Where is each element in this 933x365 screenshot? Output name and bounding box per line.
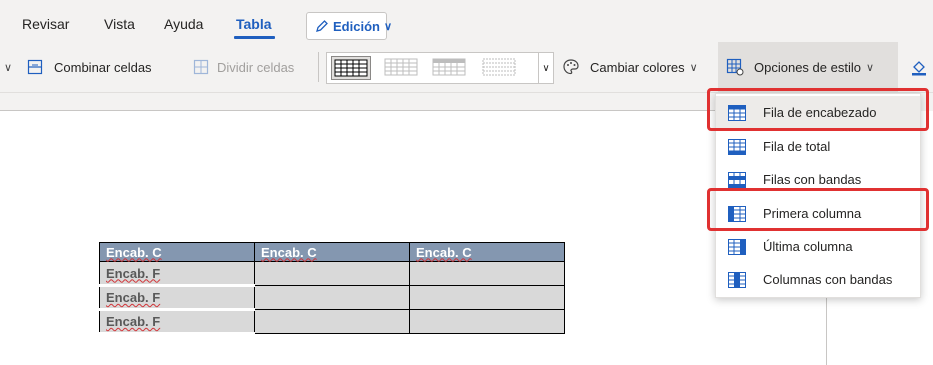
table-cell[interactable]: [254, 309, 410, 334]
menu-item-banded-columns[interactable]: Columnas con bandas: [716, 263, 920, 296]
paint-bucket-icon: [912, 61, 926, 76]
highlight-header-row: [707, 88, 929, 131]
table-cell[interactable]: [254, 285, 410, 310]
shading-button[interactable]: [910, 56, 928, 78]
tab-vista[interactable]: Vista: [104, 16, 135, 32]
menu-item-label: Filas con bandas: [763, 172, 862, 187]
menu-item-label: Última columna: [763, 239, 853, 254]
style-options-button[interactable]: Opciones de estilo ∨: [718, 42, 898, 92]
merge-cells-button[interactable]: Combinar celdas: [27, 56, 152, 78]
table-row-header-cell[interactable]: Encab. F: [99, 309, 255, 335]
table-row-header-cell[interactable]: Encab. F: [99, 261, 255, 287]
change-colors-label: Cambiar colores: [590, 59, 685, 75]
table-row-header-cell[interactable]: Encab. F: [99, 285, 255, 311]
style-options-label: Opciones de estilo: [754, 59, 861, 75]
highlight-first-column: [707, 188, 929, 231]
menu-item-label: Columnas con bandas: [763, 272, 893, 287]
table-cell[interactable]: [409, 309, 565, 334]
table-row: Encab. F: [99, 261, 565, 287]
table-style-grid-selected[interactable]: [331, 56, 371, 80]
style-options-content: Opciones de estilo ∨: [726, 56, 874, 78]
table-style-option-3[interactable]: [430, 56, 470, 80]
split-cells-label: Dividir celdas: [217, 59, 295, 75]
table-styles-gallery[interactable]: ∨: [326, 52, 554, 84]
split-cells-button[interactable]: Dividir celdas: [193, 56, 294, 78]
gallery-expand-button[interactable]: ∨: [538, 53, 553, 83]
toolbar-divider: [318, 52, 319, 82]
change-colors-button[interactable]: Cambiar colores ∨: [562, 56, 698, 78]
table-row: Encab. F: [99, 285, 565, 311]
table-last-column-icon: [728, 239, 746, 258]
table-options-icon: [726, 58, 744, 76]
active-tab-indicator: [234, 36, 275, 39]
document-table[interactable]: Encab. C Encab. C Encab. C Encab. F Enca…: [99, 242, 565, 335]
palette-icon: [563, 59, 579, 75]
split-cells-icon: [193, 59, 209, 75]
chevron-down-icon[interactable]: ∨: [4, 56, 12, 78]
table-cell[interactable]: [409, 285, 565, 310]
chevron-down-icon: ∨: [542, 62, 550, 74]
ribbon-tabs-bar: Revisar Vista Ayuda Tabla Edición ∨: [0, 0, 933, 42]
menu-item-last-column[interactable]: Última columna: [716, 230, 920, 263]
editing-mode-button[interactable]: Edición ∨: [306, 12, 392, 40]
tab-tabla[interactable]: Tabla: [236, 16, 272, 32]
menu-item-label: Fila de total: [763, 139, 831, 154]
table-header-cell[interactable]: Encab. C: [409, 242, 565, 262]
table-row: Encab. F: [99, 309, 565, 335]
table-total-row-icon: [728, 139, 746, 158]
table-style-option-2[interactable]: [382, 56, 422, 80]
chevron-down-icon: ∨: [383, 20, 393, 33]
table-cell[interactable]: [254, 261, 410, 286]
table-banded-columns-icon: [728, 272, 746, 291]
pencil-icon: [316, 20, 328, 32]
table-header-cell[interactable]: Encab. C: [99, 242, 255, 262]
chevron-down-icon: ∨: [689, 61, 698, 74]
table-cell[interactable]: [409, 261, 565, 286]
table-header-row: Encab. C Encab. C Encab. C: [99, 242, 565, 262]
tab-ayuda[interactable]: Ayuda: [164, 16, 203, 32]
merge-cells-icon: [27, 59, 43, 75]
table-header-cell[interactable]: Encab. C: [254, 242, 410, 262]
merge-cells-label: Combinar celdas: [54, 59, 152, 75]
editing-mode-label: Edición: [333, 18, 380, 34]
tab-revisar[interactable]: Revisar: [22, 16, 69, 32]
menu-item-total-row[interactable]: Fila de total: [716, 130, 920, 163]
table-style-option-4[interactable]: [480, 56, 520, 80]
chevron-down-icon: ∨: [865, 61, 875, 74]
